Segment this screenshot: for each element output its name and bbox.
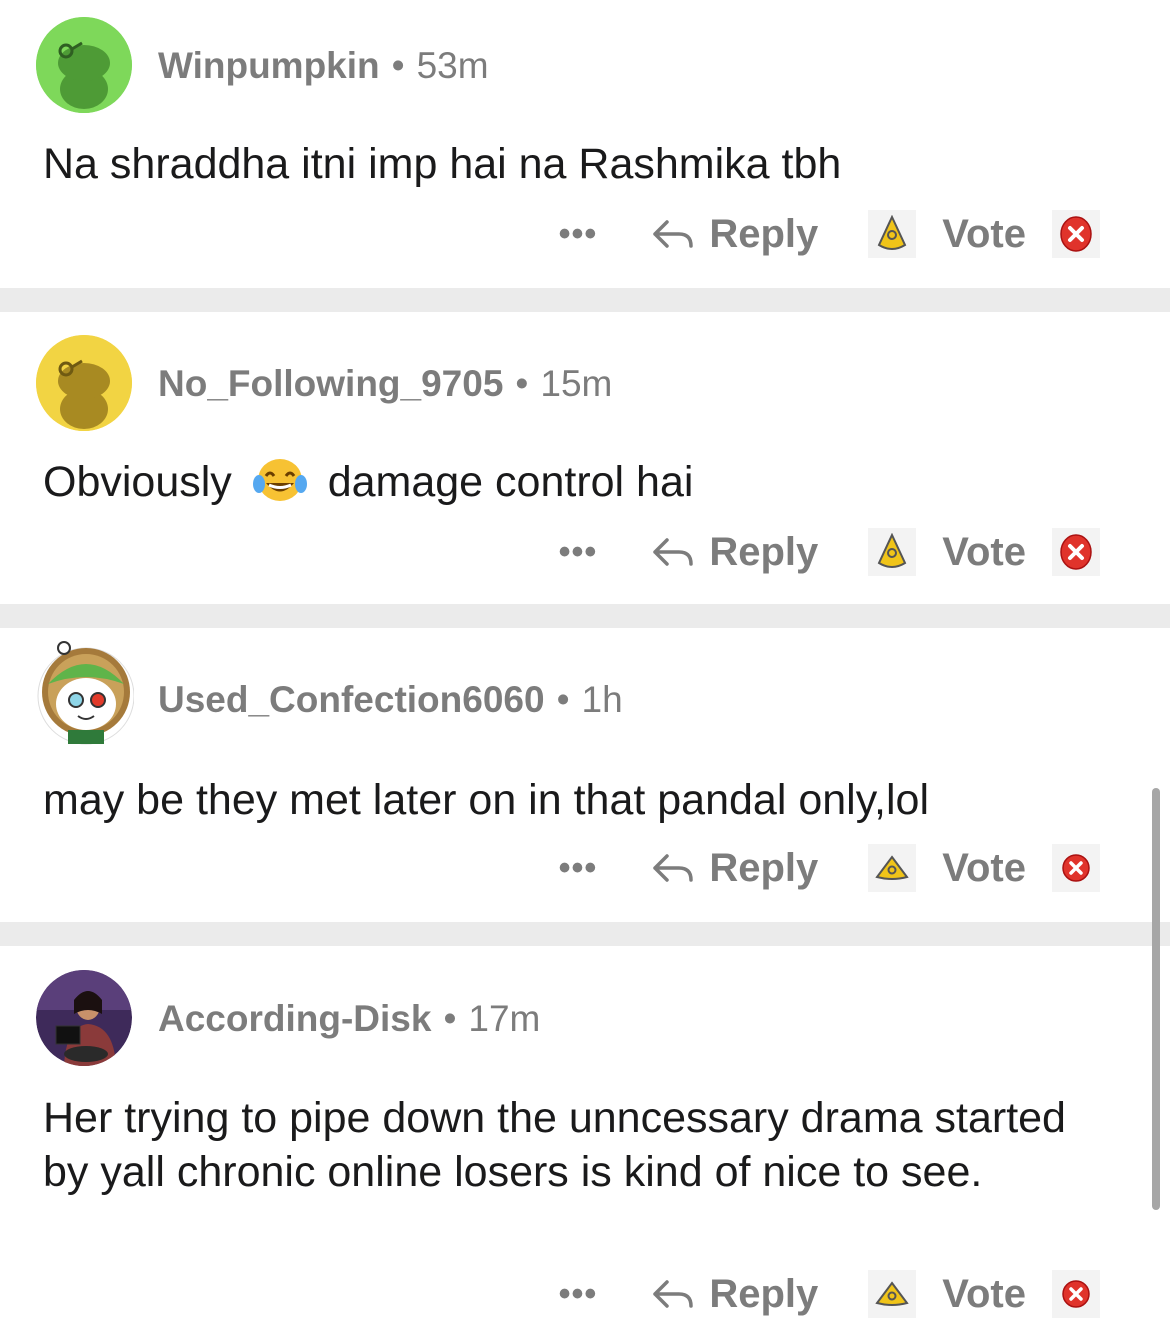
comment-2: No_Following_9705 • 15m Obviously damage c…	[0, 312, 1170, 604]
comment-4: According-Disk • 17m Her trying to pipe do…	[0, 946, 1170, 1344]
reply-arrow-icon	[653, 538, 694, 566]
comment-text: Her trying to pipe down the unncessary d…	[43, 1094, 1066, 1196]
downvote-button[interactable]	[1052, 210, 1100, 258]
comment-divider	[0, 288, 1170, 312]
more-options-button[interactable]: •••	[559, 1275, 598, 1314]
reply-label: Reply	[709, 211, 819, 256]
comment-actions: ••• Reply Vote	[559, 843, 1100, 893]
comment-text-after: damage control hai	[327, 458, 694, 506]
comment-meta: Winpumpkin • 53m	[158, 45, 489, 87]
reply-label: Reply	[709, 1271, 819, 1316]
downvote-button[interactable]	[1052, 1270, 1100, 1318]
comment-divider	[0, 604, 1170, 628]
user-avatar-icon[interactable]	[36, 335, 132, 431]
comment-text-before: Obviously	[43, 458, 232, 506]
reply-button[interactable]: Reply	[649, 212, 818, 257]
reply-button[interactable]: Reply	[649, 846, 818, 891]
vote-label: Vote	[942, 529, 1026, 574]
username[interactable]: According-Disk	[158, 998, 431, 1039]
more-options-button[interactable]: •••	[559, 215, 598, 254]
username[interactable]: Winpumpkin	[158, 45, 380, 86]
user-avatar-icon[interactable]	[36, 17, 132, 113]
separator-dot: •	[443, 998, 457, 1039]
separator-dot: •	[556, 679, 570, 720]
user-avatar-icon[interactable]	[28, 634, 134, 750]
comment-actions: ••• Reply Vote	[559, 527, 1100, 577]
comment-meta: No_Following_9705 • 15m	[158, 363, 612, 405]
reply-arrow-icon	[653, 854, 694, 882]
separator-dot: •	[391, 45, 405, 86]
upvote-icon	[875, 855, 909, 880]
comment-divider	[0, 922, 1170, 946]
downvote-icon	[1062, 1280, 1090, 1308]
downvote-button[interactable]	[1052, 844, 1100, 892]
comment-actions: ••• Reply Vote	[559, 1269, 1100, 1319]
comment-text: Obviously damage control hai	[43, 455, 1120, 509]
downvote-icon	[1062, 854, 1090, 882]
upvote-icon	[877, 215, 907, 250]
upvote-button[interactable]	[868, 1270, 917, 1318]
username[interactable]: No_Following_9705	[158, 363, 503, 404]
comment-actions: ••• Reply Vote	[559, 209, 1100, 259]
comment-text: may be they met later on in that pandal …	[43, 776, 929, 824]
timestamp: 53m	[416, 45, 489, 86]
comment-meta: According-Disk • 17m	[158, 998, 540, 1040]
scrollbar[interactable]	[1152, 788, 1160, 1210]
reply-arrow-icon	[653, 1280, 694, 1308]
comment-text: Na shraddha itni imp hai na Rashmika tbh	[43, 140, 842, 188]
reply-button[interactable]: Reply	[649, 530, 818, 575]
more-options-button[interactable]: •••	[559, 849, 598, 888]
reply-button[interactable]: Reply	[649, 1272, 818, 1317]
downvote-button[interactable]	[1052, 528, 1100, 576]
reply-arrow-icon	[653, 220, 694, 248]
downvote-icon	[1060, 216, 1092, 252]
comment-meta: Used_Confection6060 • 1h	[158, 679, 623, 721]
vote-label: Vote	[942, 211, 1026, 256]
vote-label: Vote	[942, 1271, 1026, 1316]
more-options-button[interactable]: •••	[559, 533, 598, 572]
separator-dot: •	[515, 363, 529, 404]
user-avatar-icon[interactable]	[36, 970, 132, 1066]
timestamp: 17m	[468, 998, 541, 1039]
username[interactable]: Used_Confection6060	[158, 679, 545, 720]
vote-label: Vote	[942, 845, 1026, 890]
upvote-button[interactable]	[868, 528, 917, 576]
comment-1: Winpumpkin • 53m Na shraddha itni imp hai …	[0, 0, 1170, 288]
timestamp: 1h	[581, 679, 623, 720]
upvote-button[interactable]	[868, 210, 917, 258]
upvote-icon	[877, 533, 907, 568]
downvote-icon	[1060, 534, 1092, 570]
reply-label: Reply	[709, 845, 819, 890]
reply-label: Reply	[709, 529, 819, 574]
timestamp: 15m	[540, 363, 613, 404]
upvote-icon	[875, 1281, 909, 1306]
upvote-button[interactable]	[868, 844, 917, 892]
tears-of-joy-emoji-icon	[252, 459, 307, 501]
comment-3: Used_Confection6060 • 1h may be they met l…	[0, 628, 1170, 922]
